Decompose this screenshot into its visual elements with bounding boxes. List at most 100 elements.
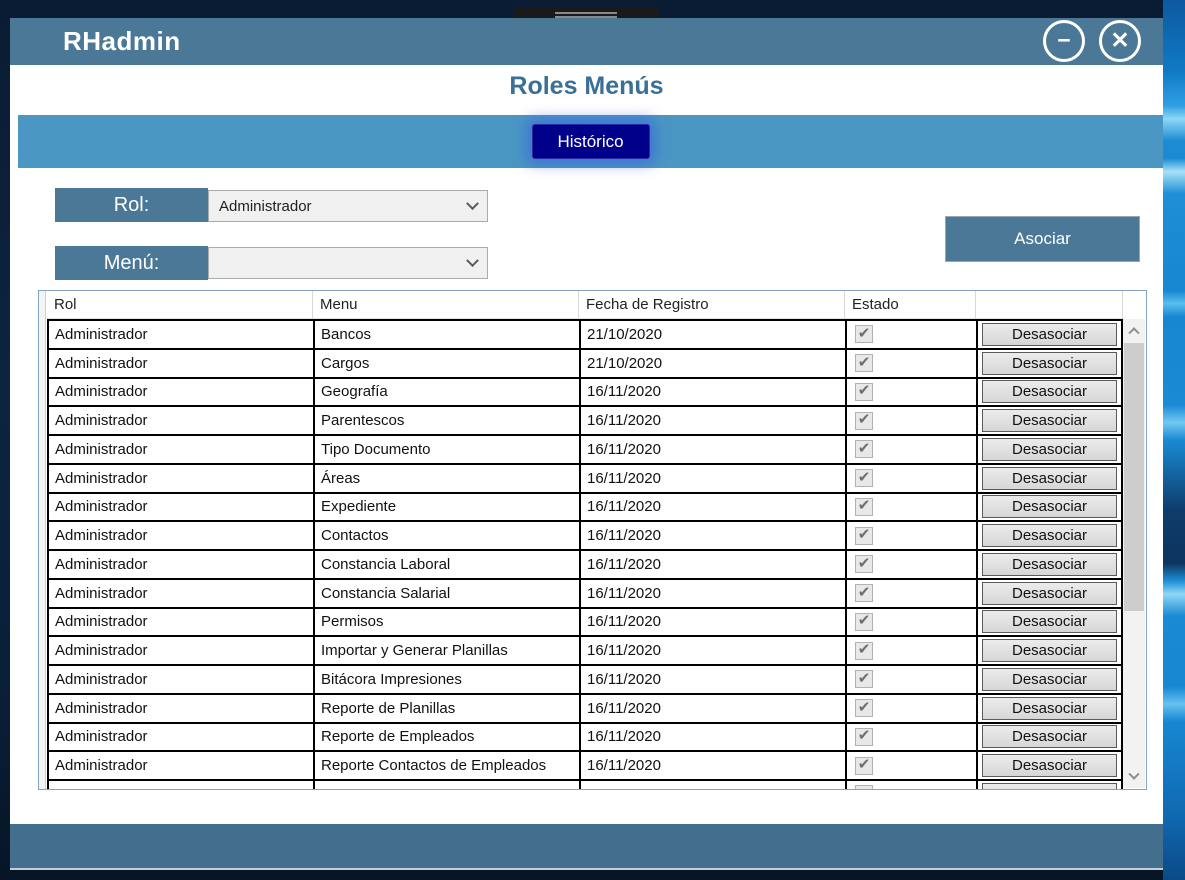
cell-menu: Bitácora Impresiones (315, 666, 581, 693)
cell-estado: ✔ (847, 321, 978, 348)
estado-checkbox[interactable]: ✔ (855, 324, 873, 344)
estado-checkbox[interactable]: ✔ (855, 468, 873, 488)
cell-fecha: 16/11/2020 (581, 723, 847, 751)
cell-action: Desasociar (978, 464, 1123, 492)
cell-fecha: 16/11/2020 (581, 493, 847, 521)
roles-menus-table: Rol Menu Fecha de Registro Estado Admini… (38, 290, 1147, 790)
desasociar-button[interactable]: Desasociar (982, 696, 1117, 720)
minimize-icon: − (1057, 26, 1071, 53)
desasociar-button[interactable]: Desasociar (982, 725, 1117, 749)
historico-button[interactable]: Histórico (531, 124, 650, 159)
desasociar-button[interactable]: Desasociar (982, 380, 1117, 404)
check-icon: ✔ (857, 439, 871, 457)
scroll-up-button[interactable] (1123, 321, 1145, 339)
estado-checkbox[interactable]: ✔ (855, 526, 873, 545)
desasociar-button[interactable]: Desasociar (982, 524, 1117, 548)
cell-action (978, 781, 1123, 789)
close-button[interactable]: ✕ (1099, 20, 1141, 62)
header-rol[interactable]: Rol (47, 291, 313, 319)
estado-checkbox[interactable]: ✔ (855, 411, 873, 430)
minimize-button[interactable]: − (1043, 20, 1085, 62)
check-icon: ✔ (857, 468, 871, 486)
header-menu[interactable]: Menu (313, 291, 579, 319)
menu-select[interactable] (208, 247, 488, 279)
cell-fecha: 21/10/2020 (581, 349, 847, 377)
cell-rol: Administrador (49, 752, 315, 779)
cell-estado: ✔ (847, 608, 978, 636)
table-row: Administrador Constancia Laboral 16/11/2… (47, 549, 1123, 578)
rol-select-value: Administrador (219, 197, 312, 215)
check-icon: ✔ (857, 756, 871, 774)
cell-action: Desasociar (978, 608, 1123, 636)
table-row: Administrador Tipo Documento 16/11/2020 … (47, 434, 1123, 463)
scrollbar-thumb[interactable] (1124, 343, 1144, 611)
desasociar-button[interactable]: Desasociar (982, 495, 1117, 519)
cell-action: Desasociar (978, 522, 1123, 549)
estado-checkbox[interactable]: ✔ (855, 699, 873, 718)
header-estado[interactable]: Estado (845, 291, 976, 319)
cell-action: Desasociar (978, 694, 1123, 722)
cell-rol: Administrador (49, 637, 315, 664)
table-row: Administrador Geografía 16/11/2020 ✔ Des… (47, 376, 1123, 406)
cell-estado: ✔ (847, 349, 978, 377)
estado-checkbox[interactable]: ✔ (855, 612, 873, 631)
cell-menu: Reporte de Empleados (315, 723, 581, 751)
estado-checkbox[interactable] (855, 785, 873, 789)
estado-checkbox[interactable]: ✔ (855, 641, 873, 660)
cell-menu: Parentescos (315, 407, 581, 434)
cell-rol: Administrador (49, 666, 315, 693)
estado-checkbox[interactable]: ✔ (855, 354, 873, 373)
estado-checkbox[interactable]: ✔ (855, 584, 873, 603)
titlebar: RHadmin − ✕ (10, 18, 1163, 65)
cell-estado: ✔ (847, 436, 978, 463)
estado-checkbox[interactable]: ✔ (855, 497, 873, 516)
cell-action: Desasociar (978, 436, 1123, 463)
desasociar-button[interactable]: Desasociar (982, 409, 1117, 433)
desasociar-button[interactable]: Desasociar (982, 581, 1117, 605)
cell-action: Desasociar (978, 723, 1123, 751)
cell-estado: ✔ (847, 551, 978, 578)
desasociar-button[interactable]: Desasociar (982, 351, 1117, 375)
estado-checkbox[interactable]: ✔ (855, 555, 873, 574)
table-row: Administrador Bitácora Impresiones 16/11… (47, 664, 1123, 693)
desasociar-button[interactable]: Desasociar (982, 754, 1117, 778)
estado-checkbox[interactable]: ✔ (855, 756, 873, 775)
cell-menu: Cargos (315, 349, 581, 377)
desasociar-button[interactable] (982, 782, 1117, 789)
asociar-button[interactable]: Asociar (945, 216, 1140, 262)
cell-fecha: 16/11/2020 (581, 522, 847, 549)
desasociar-button[interactable]: Desasociar (982, 667, 1117, 691)
cell-menu: Expediente (315, 493, 581, 521)
desasociar-button[interactable]: Desasociar (982, 610, 1117, 634)
cell-rol: Administrador (49, 579, 315, 607)
table-row: Administrador Bancos 21/10/2020 ✔ Desaso… (47, 319, 1123, 348)
vertical-scrollbar[interactable] (1123, 319, 1145, 788)
check-icon: ✔ (857, 324, 871, 342)
estado-checkbox[interactable]: ✔ (855, 727, 873, 746)
cell-menu: Áreas (315, 464, 581, 492)
close-icon: ✕ (1110, 26, 1130, 53)
desasociar-button[interactable]: Desasociar (982, 552, 1117, 576)
desasociar-button[interactable]: Desasociar (982, 322, 1117, 346)
cell-rol: Administrador (49, 493, 315, 521)
estado-checkbox[interactable]: ✔ (855, 382, 873, 401)
cell-fecha: 16/11/2020 (581, 752, 847, 779)
scroll-down-button[interactable] (1123, 768, 1145, 786)
desasociar-button[interactable]: Desasociar (982, 437, 1117, 461)
cell-estado: ✔ (847, 407, 978, 434)
header-fecha[interactable]: Fecha de Registro (579, 291, 845, 319)
estado-checkbox[interactable]: ✔ (855, 439, 873, 459)
cell-rol: Administrador (49, 551, 315, 578)
rol-select[interactable]: Administrador (208, 190, 488, 222)
cell-action: Desasociar (978, 493, 1123, 521)
cell-fecha: 16/11/2020 (581, 608, 847, 636)
row-header-strip (39, 291, 46, 789)
desasociar-button[interactable]: Desasociar (982, 639, 1117, 663)
cell-menu: Permisos (315, 608, 581, 636)
check-icon: ✔ (857, 612, 871, 630)
desasociar-button[interactable]: Desasociar (982, 466, 1117, 490)
table-row: Administrador Parentescos 16/11/2020 ✔ D… (47, 405, 1123, 434)
table-row: Administrador Reporte de Empleados 16/11… (47, 721, 1123, 751)
cell-rol: Administrador (49, 349, 315, 377)
estado-checkbox[interactable]: ✔ (855, 670, 873, 689)
